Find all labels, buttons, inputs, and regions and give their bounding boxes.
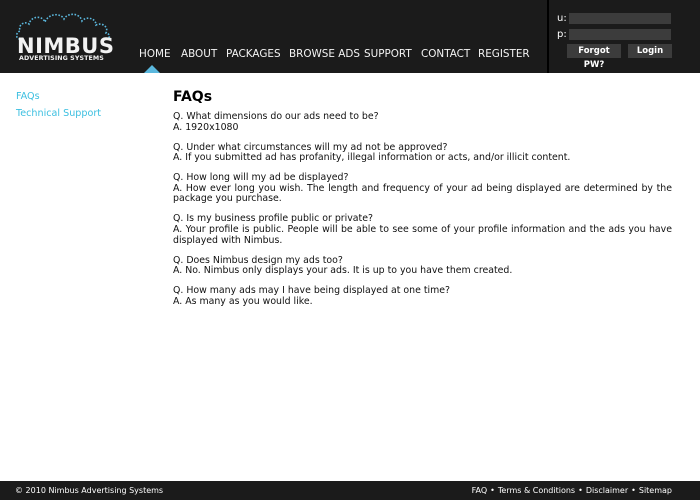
nav-browse-ads[interactable]: BROWSE ADS — [289, 47, 360, 61]
faq-item: Q. Does Nimbus design my ads too? A. No.… — [173, 255, 672, 277]
faq-item: Q. What dimensions do our ads need to be… — [173, 111, 672, 133]
faq-answer: A. No. Nimbus only displays your ads. It… — [173, 265, 513, 277]
forgot-password-button[interactable]: Forgot PW? — [567, 44, 621, 70]
copyright-text: © 2010 Nimbus Advertising Systems — [15, 486, 164, 495]
footer-separator: • — [578, 486, 583, 495]
nav-about[interactable]: ABOUT — [181, 47, 217, 61]
nav-contact[interactable]: CONTACT — [421, 47, 470, 61]
footer-links: FAQ • Terms & Conditions • Disclaimer • Sitema… — [472, 485, 672, 496]
active-nav-indicator — [144, 65, 160, 73]
site-footer: © 2010 Nimbus Advertising Systems FAQ • Te… — [0, 481, 700, 500]
logo-name: NIMBUS — [17, 34, 115, 58]
faq-item: Q. How long will my ad be displayed? A. … — [173, 173, 672, 205]
site-header: NIMBUS ADVERTISING SYSTEMS HOME ABOUT PA… — [0, 0, 700, 73]
faq-answer: A. How ever long you wish. The length an… — [173, 182, 672, 205]
faq-list: Q. What dimensions do our ads need to be… — [173, 111, 672, 317]
nav-home[interactable]: HOME — [139, 47, 171, 61]
logo-subtitle: ADVERTISING SYSTEMS — [19, 55, 104, 62]
faq-item: Q. Is my business profile public or priv… — [173, 214, 672, 246]
faq-item: Q. How many ads may I have being display… — [173, 285, 672, 307]
login-panel: u: p: Forgot PW? Login — [547, 0, 700, 73]
faq-item: Q. Under what circumstances will my ad n… — [173, 142, 672, 164]
faq-question: Q. What dimensions do our ads need to be… — [173, 111, 379, 122]
faq-answer: A. 1920x1080 — [173, 121, 239, 133]
nav-register[interactable]: REGISTER — [478, 47, 530, 61]
faq-answer: A. Your profile is public. People will b… — [173, 223, 672, 246]
nav-support[interactable]: SUPPORT — [364, 47, 412, 61]
footer-link-terms[interactable]: Terms & Conditions — [498, 486, 575, 495]
sidebar-item-technical-support[interactable]: Technical Support — [16, 108, 101, 120]
password-label: p: — [557, 29, 567, 40]
footer-link-faq[interactable]: FAQ — [472, 486, 488, 495]
footer-separator: • — [490, 486, 495, 495]
nav-packages[interactable]: PACKAGES — [226, 47, 281, 61]
faq-answer: A. If you submitted ad has profanity, il… — [173, 152, 571, 164]
nimbus-logo[interactable]: NIMBUS ADVERTISING SYSTEMS — [14, 10, 114, 64]
footer-link-sitemap[interactable]: Sitemap — [639, 486, 672, 495]
username-label: u: — [557, 13, 567, 24]
faq-answer: A. As many as you would like. — [173, 295, 313, 307]
sidebar-item-faqs[interactable]: FAQs — [16, 91, 40, 103]
footer-link-disclaimer[interactable]: Disclaimer — [586, 486, 628, 495]
username-input[interactable] — [569, 13, 671, 24]
footer-separator: • — [631, 486, 636, 495]
login-button[interactable]: Login — [628, 44, 672, 58]
page-title: FAQs — [173, 89, 213, 105]
password-input[interactable] — [569, 29, 671, 40]
